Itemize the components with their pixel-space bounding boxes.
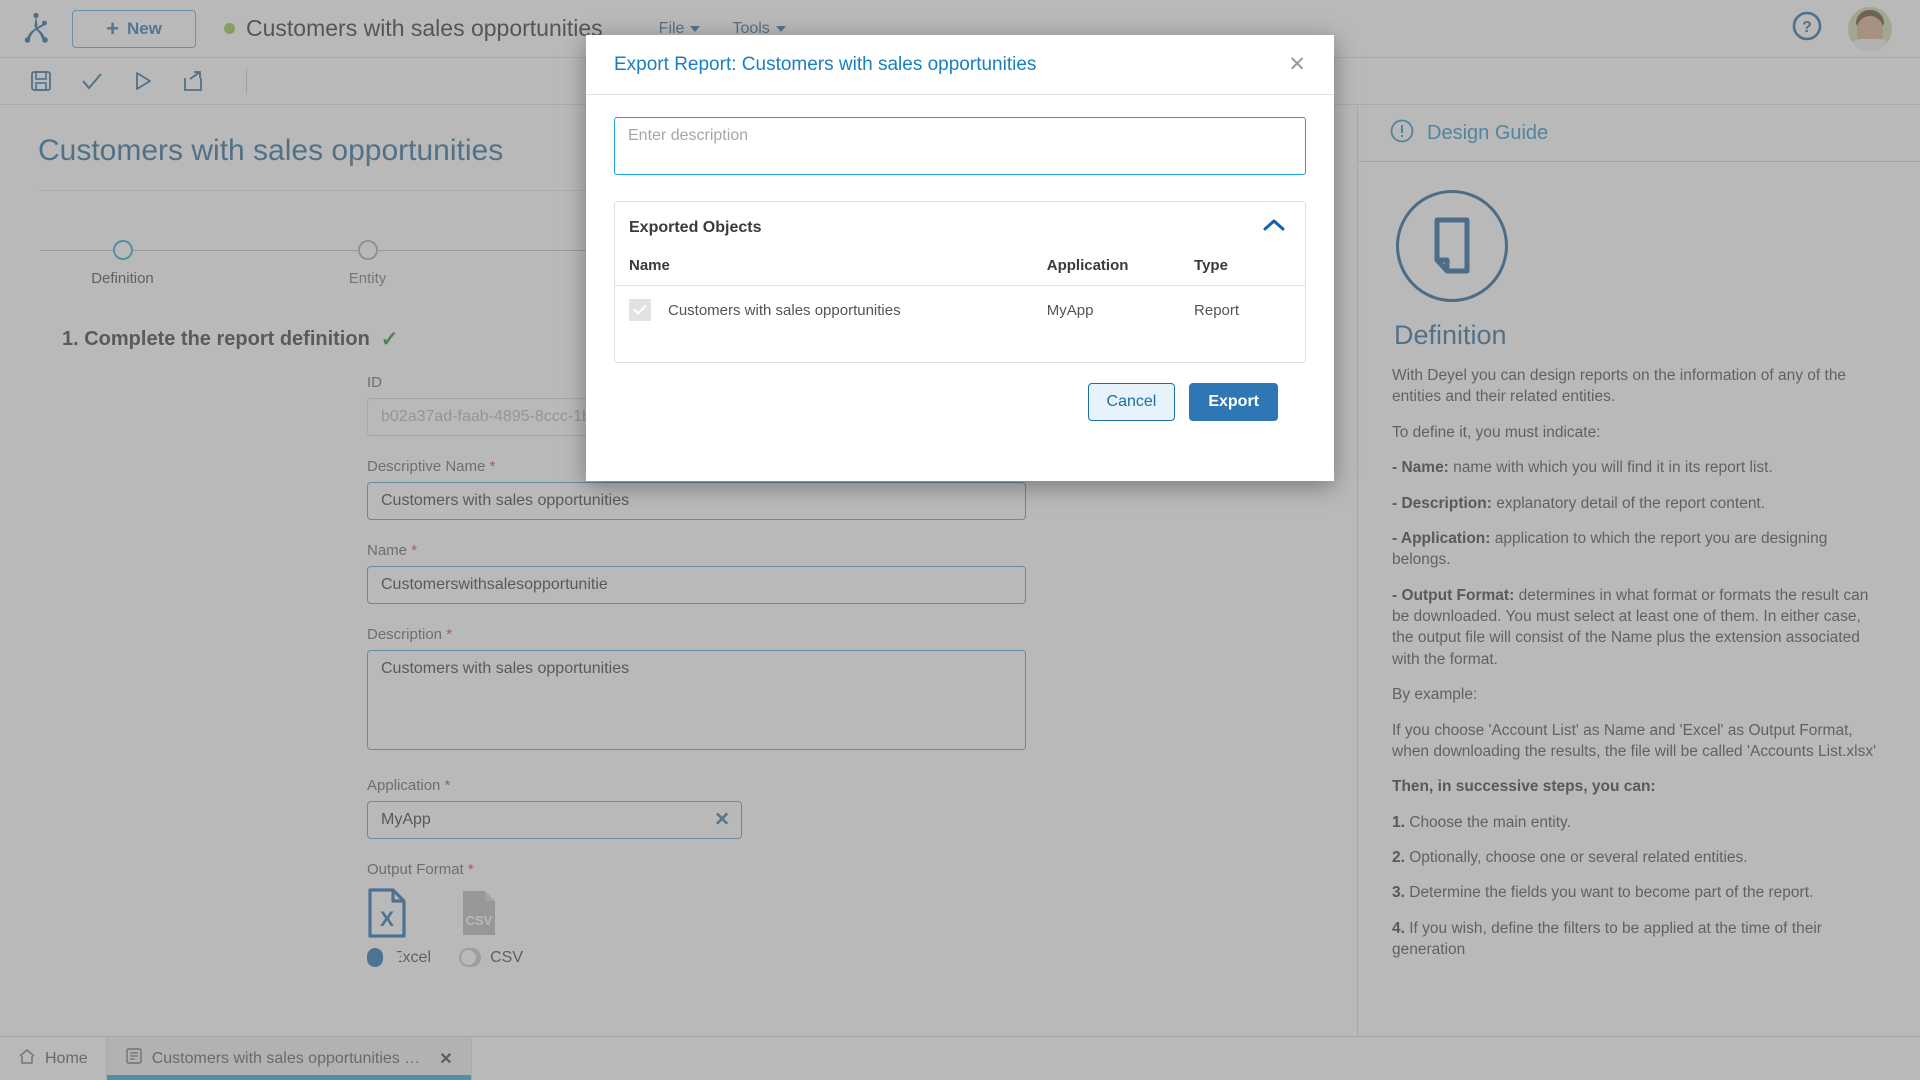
close-x-icon[interactable]: ✕ [1288, 54, 1306, 75]
cell-type: Report [1194, 301, 1240, 319]
table-header-row: Name Application Type [615, 247, 1305, 286]
application-window: + New Customers with sales opportunities… [0, 0, 1920, 1080]
column-header-name: Name [615, 247, 1041, 286]
dialog-footer: Cancel Export [614, 363, 1306, 421]
exported-objects-title: Exported Objects [629, 218, 762, 236]
exported-objects-table: Name Application Type Customers with sal… [615, 247, 1305, 334]
row-name-wrap: Customers with sales opportunities [629, 299, 1035, 321]
description-input[interactable] [614, 117, 1306, 175]
row-name-label: Customers with sales opportunities [668, 301, 901, 319]
export-button[interactable]: Export [1189, 383, 1278, 421]
export-report-dialog: Export Report: Customers with sales oppo… [586, 35, 1334, 481]
table-row[interactable]: Customers with sales opportunities MyApp… [615, 286, 1305, 335]
table-body: Customers with sales opportunities MyApp… [615, 286, 1305, 335]
column-header-type: Type [1188, 247, 1305, 286]
cell-application: MyApp [1046, 301, 1094, 319]
column-header-application: Application [1040, 247, 1189, 286]
dialog-body: Exported Objects Name Application Type [586, 95, 1334, 421]
row-checkbox[interactable] [629, 299, 651, 321]
cell-name: Customers with sales opportunities [615, 286, 1041, 335]
exported-objects-header: Exported Objects [615, 202, 1305, 247]
exported-objects-panel: Exported Objects Name Application Type C… [614, 201, 1306, 363]
panel-bottom-padding [615, 334, 1305, 362]
dialog-header: Export Report: Customers with sales oppo… [586, 35, 1334, 95]
cancel-button[interactable]: Cancel [1087, 383, 1176, 421]
table-head: Name Application Type [615, 247, 1305, 286]
chevron-up-icon[interactable] [1263, 218, 1285, 237]
dialog-title: Export Report: Customers with sales oppo… [614, 53, 1037, 75]
